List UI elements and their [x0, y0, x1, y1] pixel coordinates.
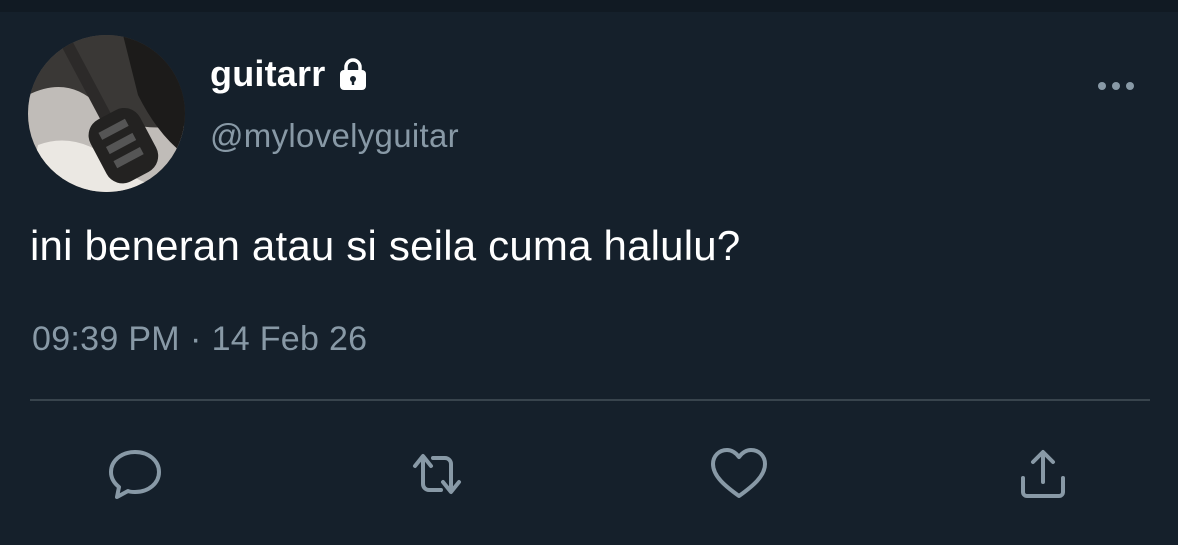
reply-icon — [109, 450, 161, 499]
share-button[interactable] — [1011, 442, 1075, 506]
author-display-name[interactable]: guitarr — [210, 53, 325, 95]
tweet-time: 09:39 PM — [32, 320, 180, 358]
tweet-card: guitarr @mylovelyguitar ini beneran atau… — [0, 0, 1178, 545]
tweet-timestamp[interactable]: 09:39 PM · 14 Feb 26 — [32, 320, 367, 359]
lock-icon — [335, 56, 371, 92]
author-name-row: guitarr — [210, 52, 371, 96]
like-button[interactable] — [707, 442, 771, 506]
top-divider — [0, 0, 1178, 12]
tweet-date: 14 Feb 26 — [211, 320, 368, 358]
actions-divider — [30, 399, 1150, 401]
share-icon — [1021, 450, 1065, 498]
retweet-icon — [413, 454, 461, 494]
timestamp-separator: · — [189, 320, 202, 358]
reply-button[interactable] — [103, 442, 167, 506]
avatar[interactable] — [28, 35, 185, 192]
more-options-icon[interactable] — [1096, 74, 1136, 98]
author-handle[interactable]: @mylovelyguitar — [210, 117, 459, 155]
tweet-text: ini beneran atau si seila cuma halulu? — [30, 222, 741, 269]
retweet-button[interactable] — [405, 442, 469, 506]
avatar-photo-guitar — [28, 35, 185, 192]
like-icon — [711, 448, 767, 498]
